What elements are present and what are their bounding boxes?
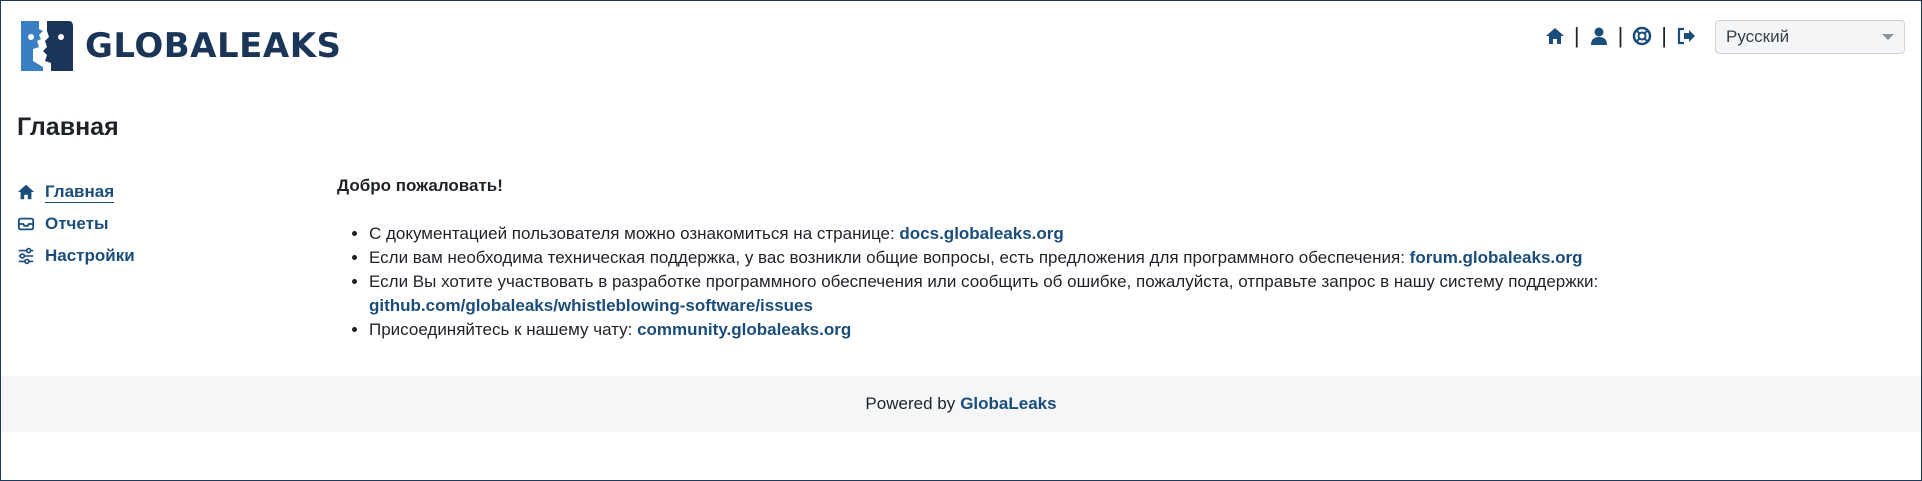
list-item: Присоединяйтесь к нашему чату: community… (369, 318, 1897, 342)
header: GLOBALEAKS | | | Русский (1, 1, 1921, 91)
list-item-text: С документацией пользователя можно ознак… (369, 224, 900, 243)
list-item-text: Присоединяйтесь к нашему чату: (369, 320, 638, 339)
home-icon (17, 183, 35, 201)
list-item: Если Вы хотите участвовать в разработке … (369, 270, 1897, 318)
list-item: С документацией пользователя можно ознак… (369, 222, 1897, 246)
sidebar-item-label: Главная (45, 181, 115, 203)
nav-separator: | (1661, 23, 1667, 48)
logo[interactable]: GLOBALEAKS (17, 17, 342, 75)
language-select-value: Русский (1726, 27, 1790, 46)
globaleaks-logo-icon (21, 21, 73, 71)
language-select[interactable]: Русский (1715, 20, 1905, 54)
sidebar-item-label: Настройки (45, 246, 135, 265)
list-item: Если вам необходима техническая поддержк… (369, 246, 1897, 270)
nav-separator: | (1573, 23, 1580, 48)
footer-globaleaks-link[interactable]: GlobaLeaks (960, 394, 1056, 414)
logout-icon[interactable] (1675, 25, 1697, 47)
home-icon[interactable] (1544, 25, 1566, 47)
docs-link[interactable]: docs.globaleaks.org (899, 224, 1063, 243)
list-item-text: Если Вы хотите участвовать в разработке … (369, 272, 1599, 291)
github-issues-link[interactable]: github.com/globaleaks/whistleblowing-sof… (369, 296, 813, 315)
main-content: Добро пожаловать! С документацией пользо… (337, 176, 1897, 342)
sidebar-item-settings[interactable]: Настройки (17, 240, 135, 272)
sidebar-item-home[interactable]: Главная (17, 176, 135, 208)
brand-name: GLOBALEAKS (85, 26, 342, 66)
sidebar-item-reports[interactable]: Отчеты (17, 208, 135, 240)
community-link[interactable]: community.globaleaks.org (637, 320, 851, 339)
footer: Powered by GlobaLeaks (1, 376, 1921, 432)
footer-text: Powered by (865, 394, 956, 413)
user-icon[interactable] (1588, 25, 1610, 47)
help-icon[interactable] (1631, 25, 1653, 47)
chevron-down-icon (1882, 34, 1894, 40)
inbox-icon (17, 215, 35, 233)
sidebar: Главная Отчеты Настройки (17, 176, 135, 272)
sliders-icon (17, 247, 35, 265)
app-frame: GLOBALEAKS | | | Русский Главная Главная… (0, 0, 1922, 481)
help-links-list: С документацией пользователя можно ознак… (337, 222, 1897, 342)
list-item-text: Если вам необходима техническая поддержк… (369, 248, 1410, 267)
top-nav: | | | (1544, 23, 1697, 49)
sidebar-item-label: Отчеты (45, 214, 109, 233)
forum-link[interactable]: forum.globaleaks.org (1410, 248, 1583, 267)
welcome-heading: Добро пожаловать! (337, 176, 503, 195)
nav-separator: | (1617, 23, 1624, 48)
page-title: Главная (17, 113, 119, 141)
